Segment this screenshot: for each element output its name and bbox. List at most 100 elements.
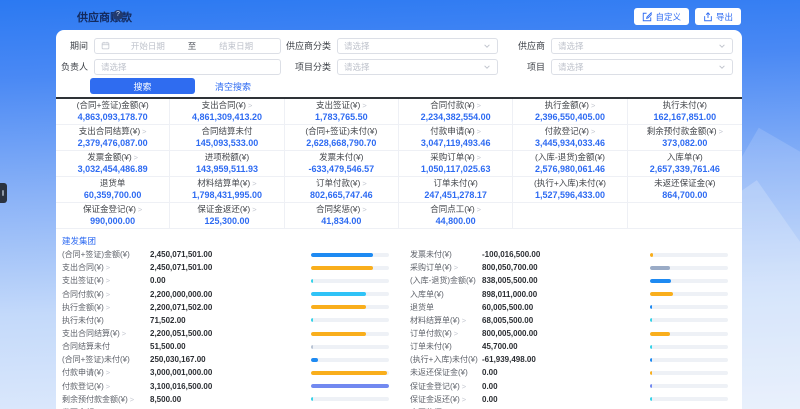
project-category-label: 项目分类 [281, 60, 337, 73]
project-select[interactable]: 请选择 [551, 59, 733, 75]
stat-value: 373,082.00 [662, 138, 707, 149]
owner-label: 负责人 [56, 60, 94, 73]
metric-value: 3,000,001,000.00 [150, 368, 311, 377]
metric-label[interactable]: 支出合同(¥)> [62, 262, 150, 273]
metric-label[interactable]: 付款登记(¥)> [62, 381, 150, 392]
metric-label[interactable]: 材料结算单(¥)> [410, 315, 482, 326]
metric-label[interactable]: 采购订单(¥)> [410, 262, 482, 273]
metric-value: 45,700.00 [482, 342, 650, 351]
stat-cell[interactable]: 付款申请(¥)>3,047,119,493.46 [399, 125, 513, 151]
metric-bar-fill [311, 253, 373, 257]
metric-label: (合同+签证)金额(¥) [62, 249, 150, 260]
metric-value: 800,005,000.00 [482, 329, 650, 338]
supplier-select[interactable]: 请选择 [551, 38, 733, 54]
stat-cell[interactable]: 合同点工(¥)>44,800.00 [399, 203, 513, 229]
chevron-down-icon [718, 63, 726, 71]
metric-bar-fill [311, 358, 318, 362]
drill-chevron-icon: > [591, 101, 595, 110]
stat-cell[interactable]: 订单付款(¥)>802,665,747.46 [285, 177, 399, 203]
stat-cell[interactable]: 支出合同结算(¥)>2,379,476,087.00 [56, 125, 170, 151]
stat-value: 4,861,309,413.20 [192, 112, 262, 123]
stat-cell[interactable]: 支出签证(¥)>1,783,765.50 [285, 99, 399, 125]
metric-label[interactable]: 执行金额(¥)> [62, 302, 150, 313]
metric-label[interactable]: 支出合同结算(¥)> [62, 328, 150, 339]
drill-chevron-icon: > [477, 101, 481, 110]
drill-chevron-icon: > [106, 368, 110, 377]
metric-label[interactable]: 付款申请(¥)> [62, 367, 150, 378]
supplier-label: 供应商 [498, 39, 551, 52]
stat-cell[interactable]: 材料结算单(¥)>1,798,431,995.00 [170, 177, 284, 203]
metric-row: 合同结算未付51,500.00 [62, 340, 389, 353]
metric-bar-track [650, 345, 728, 349]
drill-chevron-icon: > [248, 101, 252, 110]
help-icon[interactable]: ? [113, 10, 123, 20]
metric-bar-fill [650, 332, 670, 336]
stat-label: 合同奖惩(¥)> [316, 204, 367, 215]
metric-label[interactable]: 保证金登记(¥)> [410, 381, 482, 392]
stat-cell[interactable]: 保证金返还(¥)>125,300.00 [170, 203, 284, 229]
metric-bar-track [650, 397, 728, 401]
supplier-category-select[interactable]: 请选择 [337, 38, 498, 54]
metric-bar-fill [311, 279, 313, 283]
metric-label[interactable]: 剩余预付款金额(¥)> [62, 394, 150, 405]
metric-label[interactable]: 保证金返还(¥)> [410, 394, 482, 405]
sidebar-toggle-handle[interactable] [0, 183, 7, 203]
metric-value: 800,050,700.00 [482, 263, 650, 272]
metric-bar-track [650, 332, 728, 336]
stat-label: 剩余预付款金额(¥)> [647, 126, 723, 137]
metric-bar-track [311, 345, 389, 349]
metric-label[interactable]: 合同付款(¥)> [62, 289, 150, 300]
stat-label: 发票未付(¥) [319, 152, 363, 163]
export-button[interactable]: 导出 [695, 8, 741, 25]
stat-cell: 进项税额(¥)143,959,511.93 [170, 151, 284, 177]
stat-cell[interactable]: 合同奖惩(¥)>41,834.00 [285, 203, 399, 229]
metric-label[interactable]: 订单付款(¥)> [410, 328, 482, 339]
stat-cell[interactable]: 发票金额(¥)>3,032,454,486.89 [56, 151, 170, 177]
stat-cell[interactable]: 合同付款(¥)>2,234,382,554.00 [399, 99, 513, 125]
page-title: 供应商账款 [77, 9, 132, 25]
stat-value: 143,959,511.93 [196, 164, 258, 175]
stat-cell[interactable]: 支出合同(¥)>4,861,309,413.20 [170, 99, 284, 125]
stat-cell[interactable]: 剩余预付款金额(¥)>373,082.00 [628, 125, 742, 151]
metric-row: (入库-退货)金额(¥)838,005,500.00 [410, 274, 728, 287]
stat-cell: 入库单(¥)2,657,339,761.46 [628, 151, 742, 177]
period-date-range-input[interactable]: 开始日期 至 结束日期 [94, 38, 281, 54]
drill-chevron-icon: > [106, 303, 110, 312]
metric-value: 60,005,500.00 [482, 303, 650, 312]
metric-bar-track [650, 266, 728, 270]
clear-search-link[interactable]: 清空搜索 [215, 80, 251, 93]
owner-select[interactable]: 请选择 [94, 59, 281, 75]
metric-bar-track [650, 371, 728, 375]
metric-bar-track [311, 305, 389, 309]
stat-cell: 合同结算未付145,093,533.00 [170, 125, 284, 151]
stat-label: 执行未付(¥) [663, 100, 707, 111]
project-category-select[interactable]: 请选择 [337, 59, 498, 75]
metric-value: 0.00 [482, 382, 650, 391]
customize-button[interactable]: 自定义 [634, 8, 689, 25]
metric-bar-fill [650, 345, 652, 349]
metric-label[interactable]: 支出签证(¥)> [62, 275, 150, 286]
group-title-link[interactable]: 建发集团 [62, 235, 96, 247]
period-label: 期间 [56, 39, 94, 52]
stat-cell[interactable]: 执行金额(¥)>2,396,550,405.00 [513, 99, 627, 125]
stat-value: 1,527,596,433.00 [535, 190, 605, 201]
metric-value: 3,100,016,500.00 [150, 382, 311, 391]
metric-row: 合同付款(¥)>2,200,000,000.00 [62, 287, 389, 300]
supplier-category-placeholder: 请选择 [344, 40, 483, 52]
metric-value: 68,005,500.00 [482, 316, 650, 325]
drill-chevron-icon: > [130, 395, 134, 404]
page-background: 供应商账款 ? 自定义 导出 期间 开始日期 至 [0, 0, 800, 409]
stat-cell[interactable]: 保证金登记(¥)>990,000.00 [56, 203, 170, 229]
metric-label: (入库-退货)金额(¥) [410, 275, 482, 286]
search-button[interactable]: 搜索 [90, 78, 195, 94]
metric-value: 0.00 [150, 276, 311, 285]
stat-value: 2,628,668,790.70 [306, 138, 376, 149]
drill-chevron-icon: > [719, 127, 723, 136]
stat-cell[interactable]: 付款登记(¥)>3,445,934,033.46 [513, 125, 627, 151]
metric-value: 2,450,071,501.00 [150, 250, 311, 259]
stat-value: 990,000.00 [90, 216, 135, 227]
metric-row: 退货单60,005,500.00 [410, 301, 728, 314]
stat-label: 入库单(¥) [667, 152, 703, 163]
stat-cell[interactable]: 采购订单(¥)>1,050,117,025.63 [399, 151, 513, 177]
stat-cell: (合同+签证)未付(¥)2,628,668,790.70 [285, 125, 399, 151]
